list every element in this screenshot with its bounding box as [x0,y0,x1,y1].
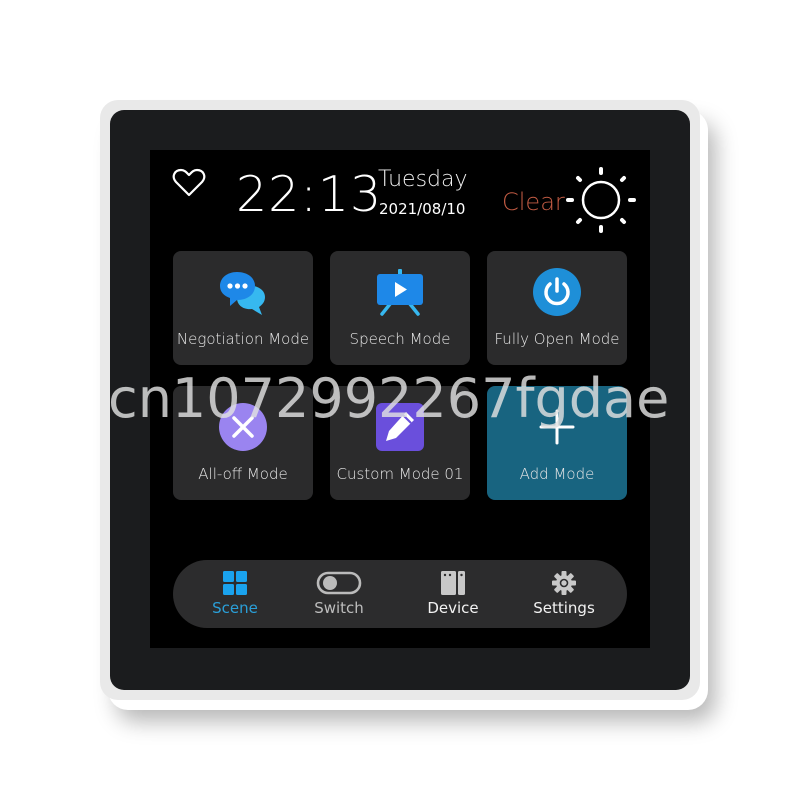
gear-icon [552,571,576,595]
scene-label: Negotiation Mode [176,330,310,348]
nav-label: Switch [314,599,364,617]
touch-screen: 22:13 Tuesday 2021/08/10 Clear Negotiati… [150,150,650,648]
nav-tab-scene[interactable]: Scene [185,570,285,617]
chat-bubbles-icon [220,272,265,315]
weather-text: Clear [502,188,565,216]
add-mode-button[interactable]: Add Mode [487,386,627,500]
scene-tile-speech[interactable]: Speech Mode [330,251,470,365]
nav-label: Device [427,599,479,617]
date-label: 2021/08/10 [379,200,466,218]
close-circle-icon [219,403,267,451]
nav-tab-settings[interactable]: Settings [514,570,614,617]
weekday-label: Tuesday [378,167,468,192]
toggle-icon [316,571,362,595]
pencil-icon [376,403,424,451]
power-icon [533,268,581,316]
scene-label: Custom Mode 01 [336,465,464,483]
nav-tab-switch[interactable]: Switch [289,570,389,617]
scene-tile-all-off[interactable]: All-off Mode [173,386,313,500]
scene-label: Speech Mode [349,330,451,348]
grid-icon [223,571,247,595]
bottom-nav-bar: Scene Switch Device Settings [173,560,627,628]
nav-label: Settings [533,599,595,617]
scene-tile-negotiation[interactable]: Negotiation Mode [173,251,313,365]
scene-label: Add Mode [519,465,595,483]
scene-tile-custom-01[interactable]: Custom Mode 01 [330,386,470,500]
sun-icon [566,167,636,233]
clock-time: 22:13 [236,166,383,223]
nav-tab-device[interactable]: Device [403,570,503,617]
scene-label: All-off Mode [198,465,288,483]
heart-outline-icon[interactable] [172,168,206,198]
scene-label: Fully Open Mode [494,330,620,348]
presentation-board-icon [377,269,423,316]
nav-label: Scene [212,599,258,617]
plus-icon [539,409,575,445]
device-panel-icon [441,571,465,595]
scene-tile-fully-open[interactable]: Fully Open Mode [487,251,627,365]
